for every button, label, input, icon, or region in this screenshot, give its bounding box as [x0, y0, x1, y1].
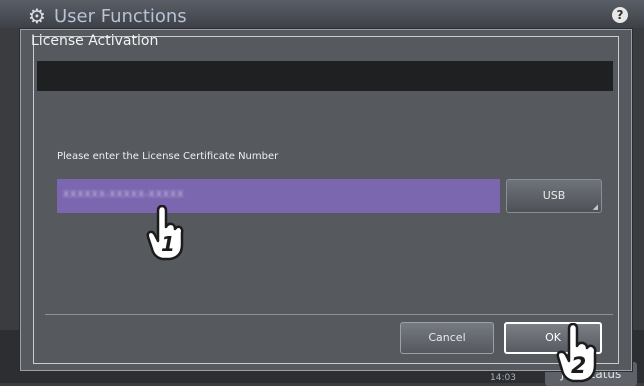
corner-arrow-icon: ◢: [592, 203, 598, 211]
gear-icon: ⚙: [28, 4, 46, 28]
help-icon[interactable]: ?: [612, 7, 628, 23]
usb-button[interactable]: USB ◢: [506, 179, 602, 213]
step-1-number: 1: [161, 232, 175, 256]
pointing-hand-icon: 2: [556, 323, 597, 383]
pointing-hand-icon: 1: [146, 205, 184, 261]
dialog-message-bar: [37, 61, 613, 91]
cancel-button[interactable]: Cancel: [400, 322, 494, 354]
status-time: 14:03: [490, 373, 516, 383]
license-prompt: Please enter the License Certificate Num…: [57, 151, 279, 162]
license-number-value: XXXXXX-XXXXX-XXXXX: [63, 190, 185, 200]
license-number-field[interactable]: XXXXXX-XXXXX-XXXXX: [57, 179, 500, 213]
app-title: User Functions: [54, 6, 187, 27]
usb-button-label: USB: [542, 189, 566, 202]
step-2-number: 2: [571, 354, 586, 379]
dialog-divider: [45, 314, 613, 315]
dialog-title: License Activation: [31, 33, 159, 49]
license-activation-dialog: License Activation Please enter the Lice…: [20, 29, 632, 371]
